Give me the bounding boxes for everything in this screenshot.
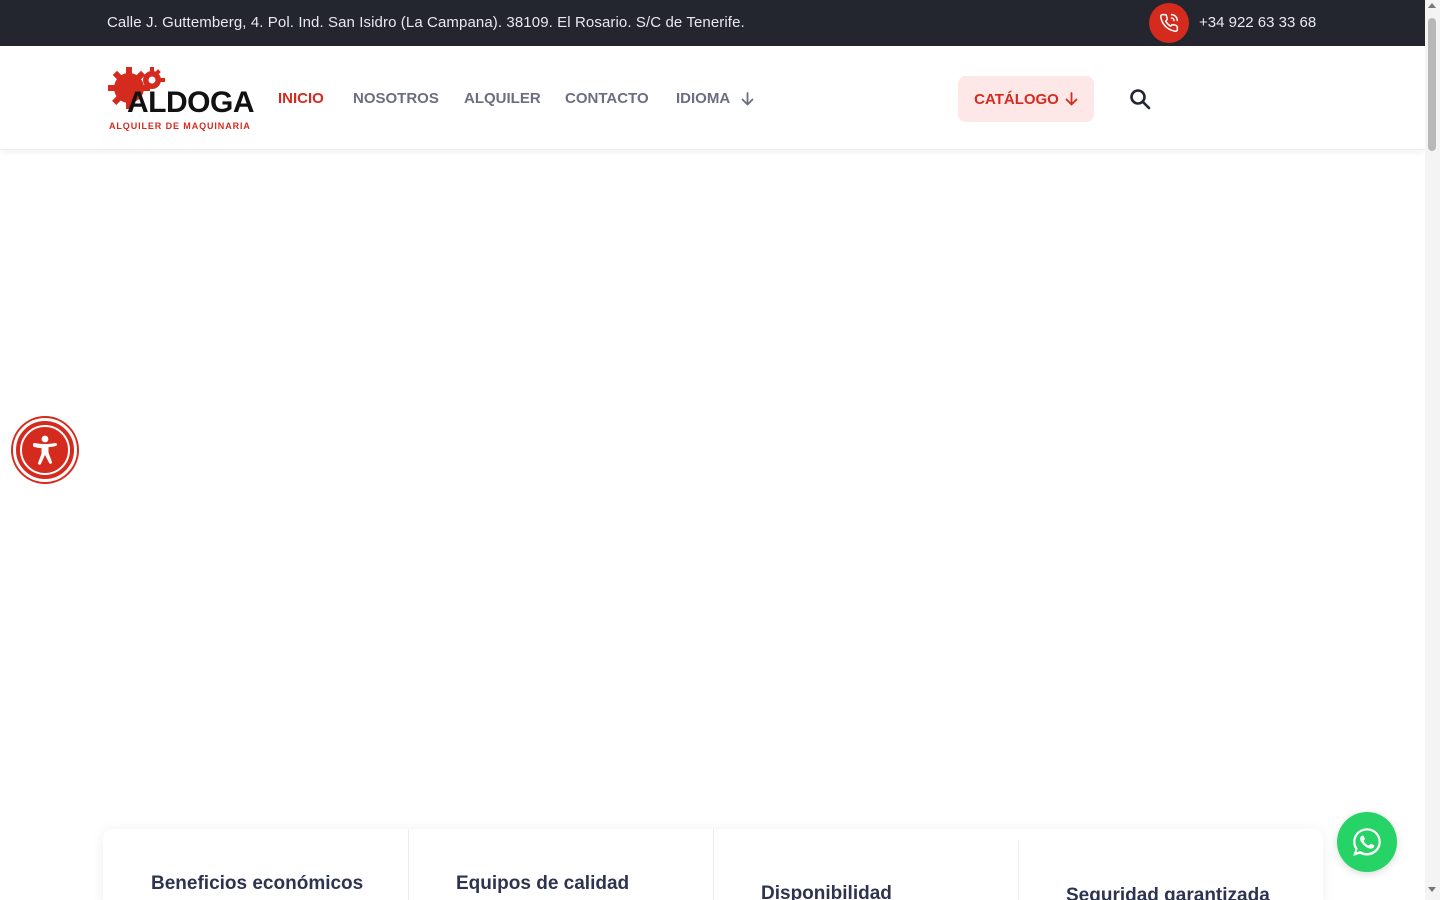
feature-card: Equipos de calidad <box>408 829 713 900</box>
catalog-button-label: CATÁLOGO <box>974 90 1059 108</box>
feature-title: Seguridad garantizada <box>1066 885 1270 900</box>
nav-item-alquiler[interactable]: ALQUILER <box>464 90 541 107</box>
site-header: ALDOGA ALQUILER DE MAQUINARIA INICIO NOS… <box>0 46 1425 150</box>
nav-item-idioma[interactable]: IDIOMA <box>676 90 730 107</box>
nav-item-contacto[interactable]: CONTACTO <box>565 90 649 107</box>
whatsapp-button[interactable] <box>1337 812 1397 872</box>
logo-tagline: ALQUILER DE MAQUINARIA <box>109 121 251 131</box>
accessibility-button[interactable] <box>13 418 77 482</box>
arrow-down-icon <box>741 92 754 106</box>
scrollbar[interactable] <box>1425 0 1440 900</box>
nav-item-nosotros[interactable]: NOSOTROS <box>353 90 439 107</box>
phone-number-link[interactable]: +34 922 63 33 68 <box>1199 14 1316 31</box>
feature-card: Seguridad garantizada <box>1018 829 1323 900</box>
scroll-up-arrow[interactable] <box>1428 3 1436 8</box>
feature-title: Equipos de calidad <box>456 873 630 894</box>
logo[interactable]: ALDOGA ALQUILER DE MAQUINARIA <box>107 64 255 134</box>
catalog-button[interactable]: CATÁLOGO <box>958 76 1094 122</box>
feature-card: Disponibilidad <box>713 829 1018 900</box>
whatsapp-icon <box>1353 828 1381 856</box>
scroll-down-arrow[interactable] <box>1428 887 1436 892</box>
arrow-down-icon <box>1065 92 1078 106</box>
nav-item-inicio[interactable]: INICIO <box>278 90 324 107</box>
logo-wordmark: ALDOGA <box>127 86 255 119</box>
top-bar: Calle J. Guttemberg, 4. Pol. Ind. San Is… <box>0 0 1425 46</box>
features-strip: Beneficios económicos Equipos de calidad… <box>103 829 1323 900</box>
phone-icon[interactable] <box>1149 3 1189 43</box>
accessibility-icon <box>20 425 70 475</box>
search-icon[interactable] <box>1128 87 1152 111</box>
scrollbar-thumb[interactable] <box>1428 18 1436 151</box>
address-text: Calle J. Guttemberg, 4. Pol. Ind. San Is… <box>107 14 745 31</box>
feature-card: Beneficios económicos <box>103 829 408 900</box>
feature-title: Beneficios económicos <box>151 873 364 894</box>
feature-title: Disponibilidad <box>761 883 892 900</box>
